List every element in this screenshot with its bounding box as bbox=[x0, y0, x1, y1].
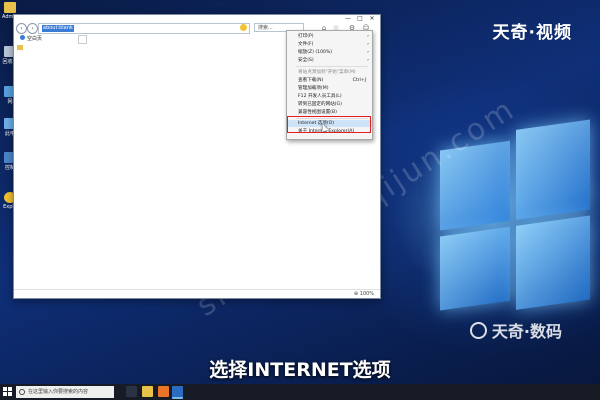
store-icon[interactable] bbox=[158, 386, 169, 397]
brand-q-icon bbox=[469, 322, 487, 339]
menu-item-shortcut: Ctrl+J bbox=[352, 78, 366, 83]
menu-item-manage-addons[interactable]: 管理加载项(M) bbox=[287, 85, 372, 92]
subtitle-caption: 选择INTERNET选项 bbox=[209, 359, 391, 381]
task-view-icon[interactable] bbox=[126, 386, 137, 397]
tab-blank[interactable]: 空白页 bbox=[17, 35, 45, 43]
menu-item-file[interactable]: 文件(F) › bbox=[287, 41, 372, 48]
tab-label: 空白页 bbox=[27, 36, 43, 42]
ie-logo-icon bbox=[240, 24, 247, 31]
favorites-bar-icon[interactable] bbox=[17, 45, 23, 50]
start-button[interactable] bbox=[3, 387, 13, 397]
menu-item-label: 打印(P) bbox=[298, 34, 314, 39]
favorites-bar bbox=[14, 44, 304, 52]
menu-item-label: 兼容性视图设置(B) bbox=[298, 110, 337, 115]
search-icon bbox=[19, 389, 25, 395]
windows-start-icon bbox=[3, 387, 7, 391]
menu-item-print[interactable]: 打印(P) › bbox=[287, 33, 372, 40]
zoom-value: 100% bbox=[359, 291, 374, 297]
menu-item-zoom[interactable]: 缩放(Z) (100%) › bbox=[287, 49, 372, 56]
menu-item-label: F12 开发人员工具(L) bbox=[298, 94, 342, 99]
taskbar-search-text: 在这里输入你要搜索的内容 bbox=[28, 389, 89, 395]
desktop-background: shuma.tianqijun.com 天奇·视频 天奇·数码 Admin 回收… bbox=[0, 0, 600, 400]
file-explorer-icon[interactable] bbox=[142, 386, 153, 397]
menu-item-label: 转到已固定的网站(G) bbox=[298, 102, 342, 107]
menu-item-view-downloads[interactable]: 查看下载(N) Ctrl+J bbox=[287, 77, 372, 84]
menu-item-label: 安全(S) bbox=[298, 58, 314, 63]
taskbar: 在这里输入你要搜索的内容 bbox=[0, 384, 600, 400]
menu-item-safety[interactable]: 安全(S) › bbox=[287, 57, 372, 64]
brand-logo-bottom: 天奇·数码 bbox=[469, 318, 562, 342]
ie-taskbar-icon[interactable] bbox=[172, 386, 183, 399]
page-icon bbox=[20, 35, 25, 40]
desktop-icon-label: 网 bbox=[7, 99, 13, 105]
brand-bottom-text: 天奇·数码 bbox=[491, 322, 562, 341]
folder-icon bbox=[4, 2, 16, 13]
close-button[interactable]: ✕ bbox=[366, 15, 378, 22]
brand-logo-top: 天奇·视频 bbox=[492, 23, 572, 43]
chevron-right-icon: › bbox=[367, 58, 369, 63]
title-bar[interactable]: — □ ✕ bbox=[14, 15, 380, 22]
highlight-box bbox=[287, 116, 371, 133]
menu-item-label: 管理加载项(M) bbox=[298, 86, 329, 91]
address-text[interactable]: about:blank bbox=[42, 25, 74, 32]
menu-item-label: 将站点添加到"开始"菜单(M) bbox=[298, 70, 356, 75]
chevron-right-icon: › bbox=[367, 50, 369, 55]
menu-item-compat-view[interactable]: 兼容性视图设置(B) bbox=[287, 109, 372, 116]
chevron-right-icon: › bbox=[367, 34, 369, 39]
new-tab-button[interactable] bbox=[78, 35, 87, 44]
tab-row: 空白页 bbox=[14, 34, 304, 44]
status-bar: ⊕ 100% bbox=[14, 289, 380, 298]
menu-separator bbox=[296, 66, 368, 67]
chevron-right-icon: › bbox=[367, 42, 369, 47]
taskbar-search[interactable]: 在这里输入你要搜索的内容 bbox=[16, 386, 114, 398]
maximize-button[interactable]: □ bbox=[354, 15, 366, 22]
address-bar[interactable]: about:blank bbox=[38, 23, 250, 34]
menu-item-pinned-sites[interactable]: 转到已固定的网站(G) bbox=[287, 101, 372, 108]
zoom-level[interactable]: ⊕ 100% bbox=[354, 291, 374, 297]
back-button[interactable]: ‹ bbox=[16, 23, 27, 34]
forward-button[interactable]: › bbox=[27, 23, 38, 34]
menu-item-label: 查看下载(N) bbox=[298, 78, 324, 83]
menu-item-f12-devtools[interactable]: F12 开发人员工具(L) bbox=[287, 93, 372, 100]
menu-item-label: 文件(F) bbox=[298, 42, 314, 47]
menu-item-add-site-start: 将站点添加到"开始"菜单(M) bbox=[287, 69, 372, 76]
menu-item-label: 缩放(Z) (100%) bbox=[298, 50, 333, 55]
minimize-button[interactable]: — bbox=[342, 15, 354, 22]
